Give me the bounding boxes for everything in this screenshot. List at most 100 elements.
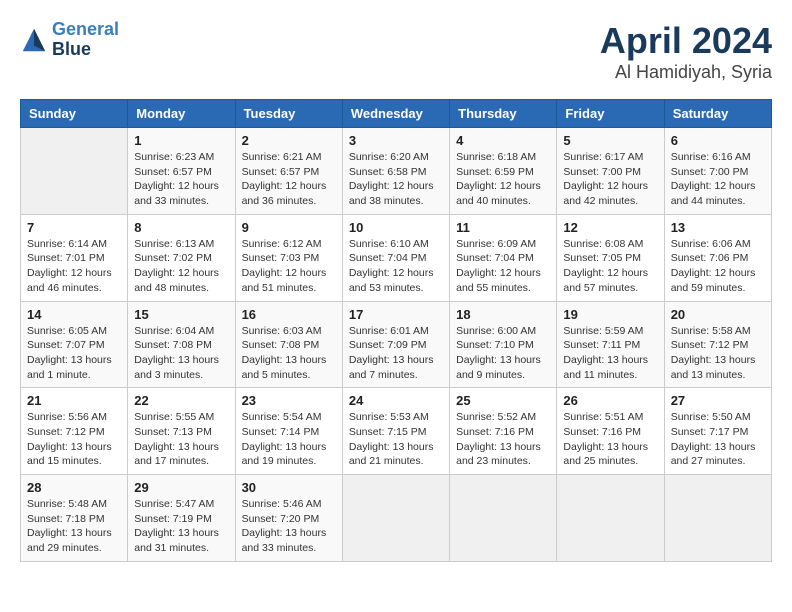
day-info: Sunrise: 6:08 AM Sunset: 7:05 PM Dayligh… [563,237,657,296]
logo-icon [20,26,48,54]
day-info: Sunrise: 5:53 AM Sunset: 7:15 PM Dayligh… [349,410,443,469]
day-number: 13 [671,220,765,235]
weekday-header-thursday: Thursday [450,100,557,128]
calendar-week-row: 21 Sunrise: 5:56 AM Sunset: 7:12 PM Dayli… [21,388,772,475]
calendar-cell: 24 Sunrise: 5:53 AM Sunset: 7:15 PM Dayli… [342,388,449,475]
calendar-cell: 26Sunrise: 5:51 AM Sunset: 7:16 PM Dayli… [557,388,664,475]
day-info: Sunrise: 5:47 AM Sunset: 7:19 PM Dayligh… [134,497,228,556]
day-number: 17 [349,307,443,322]
day-info: Sunrise: 5:48 AM Sunset: 7:18 PM Dayligh… [27,497,121,556]
weekday-header-row: SundayMondayTuesdayWednesdayThursdayFrid… [21,100,772,128]
day-info: Sunrise: 6:06 AM Sunset: 7:06 PM Dayligh… [671,237,765,296]
day-info: Sunrise: 6:10 AM Sunset: 7:04 PM Dayligh… [349,237,443,296]
day-number: 27 [671,393,765,408]
calendar-cell: 30 Sunrise: 5:46 AM Sunset: 7:20 PM Dayli… [235,475,342,562]
calendar-cell: 22 Sunrise: 5:55 AM Sunset: 7:13 PM Dayli… [128,388,235,475]
calendar-cell [450,475,557,562]
calendar-cell [342,475,449,562]
calendar-cell: 11 Sunrise: 6:09 AM Sunset: 7:04 PM Dayli… [450,214,557,301]
day-info: Sunrise: 6:13 AM Sunset: 7:02 PM Dayligh… [134,237,228,296]
calendar-cell: 18 Sunrise: 6:00 AM Sunset: 7:10 PM Dayli… [450,301,557,388]
day-number: 16 [242,307,336,322]
calendar-cell: 3 Sunrise: 6:20 AM Sunset: 6:58 PM Daylig… [342,128,449,215]
calendar-cell: 2 Sunrise: 6:21 AM Sunset: 6:57 PM Daylig… [235,128,342,215]
day-info: Sunrise: 5:56 AM Sunset: 7:12 PM Dayligh… [27,410,121,469]
day-info: Sunrise: 6:23 AM Sunset: 6:57 PM Dayligh… [134,150,228,209]
day-info: Sunrise: 6:00 AM Sunset: 7:10 PM Dayligh… [456,324,550,383]
title-block: April 2024 Al Hamidiyah, Syria [600,20,772,83]
day-number: 19 [563,307,657,322]
day-info: Sunrise: 5:55 AM Sunset: 7:13 PM Dayligh… [134,410,228,469]
calendar-cell: 13 Sunrise: 6:06 AM Sunset: 7:06 PM Dayli… [664,214,771,301]
weekday-header-wednesday: Wednesday [342,100,449,128]
calendar-cell [664,475,771,562]
calendar-cell: 6Sunrise: 6:16 AM Sunset: 7:00 PM Daylig… [664,128,771,215]
day-info: Sunrise: 6:17 AM Sunset: 7:00 PM Dayligh… [563,150,657,209]
calendar-cell: 10 Sunrise: 6:10 AM Sunset: 7:04 PM Dayli… [342,214,449,301]
location-title: Al Hamidiyah, Syria [600,62,772,83]
calendar-cell: 19 Sunrise: 5:59 AM Sunset: 7:11 PM Dayli… [557,301,664,388]
day-info: Sunrise: 6:12 AM Sunset: 7:03 PM Dayligh… [242,237,336,296]
weekday-header-friday: Friday [557,100,664,128]
day-number: 7 [27,220,121,235]
day-number: 22 [134,393,228,408]
day-info: Sunrise: 5:54 AM Sunset: 7:14 PM Dayligh… [242,410,336,469]
day-number: 2 [242,133,336,148]
day-info: Sunrise: 6:20 AM Sunset: 6:58 PM Dayligh… [349,150,443,209]
month-title: April 2024 [600,20,772,62]
day-number: 28 [27,480,121,495]
calendar-cell: 16Sunrise: 6:03 AM Sunset: 7:08 PM Dayli… [235,301,342,388]
day-info: Sunrise: 5:46 AM Sunset: 7:20 PM Dayligh… [242,497,336,556]
day-info: Sunrise: 6:14 AM Sunset: 7:01 PM Dayligh… [27,237,121,296]
day-number: 3 [349,133,443,148]
day-number: 9 [242,220,336,235]
day-info: Sunrise: 6:21 AM Sunset: 6:57 PM Dayligh… [242,150,336,209]
calendar-cell [21,128,128,215]
day-info: Sunrise: 6:04 AM Sunset: 7:08 PM Dayligh… [134,324,228,383]
day-info: Sunrise: 6:09 AM Sunset: 7:04 PM Dayligh… [456,237,550,296]
weekday-header-sunday: Sunday [21,100,128,128]
calendar-cell: 5Sunrise: 6:17 AM Sunset: 7:00 PM Daylig… [557,128,664,215]
calendar-cell: 29 Sunrise: 5:47 AM Sunset: 7:19 PM Dayli… [128,475,235,562]
calendar-cell: 27 Sunrise: 5:50 AM Sunset: 7:17 PM Dayli… [664,388,771,475]
day-info: Sunrise: 5:50 AM Sunset: 7:17 PM Dayligh… [671,410,765,469]
day-number: 4 [456,133,550,148]
calendar-cell: 7 Sunrise: 6:14 AM Sunset: 7:01 PM Daylig… [21,214,128,301]
day-number: 8 [134,220,228,235]
page-header: General Blue April 2024 Al Hamidiyah, Sy… [20,20,772,83]
logo-text: General Blue [52,20,119,60]
calendar-cell: 8 Sunrise: 6:13 AM Sunset: 7:02 PM Daylig… [128,214,235,301]
day-number: 29 [134,480,228,495]
day-number: 24 [349,393,443,408]
calendar-cell: 4 Sunrise: 6:18 AM Sunset: 6:59 PM Daylig… [450,128,557,215]
day-number: 30 [242,480,336,495]
day-number: 25 [456,393,550,408]
day-info: Sunrise: 6:01 AM Sunset: 7:09 PM Dayligh… [349,324,443,383]
calendar-cell: 17 Sunrise: 6:01 AM Sunset: 7:09 PM Dayli… [342,301,449,388]
calendar-cell: 1 Sunrise: 6:23 AM Sunset: 6:57 PM Daylig… [128,128,235,215]
calendar-cell: 12 Sunrise: 6:08 AM Sunset: 7:05 PM Dayli… [557,214,664,301]
day-number: 21 [27,393,121,408]
day-info: Sunrise: 6:18 AM Sunset: 6:59 PM Dayligh… [456,150,550,209]
day-info: Sunrise: 5:51 AM Sunset: 7:16 PM Dayligh… [563,410,657,469]
day-number: 11 [456,220,550,235]
day-number: 12 [563,220,657,235]
calendar-cell: 9 Sunrise: 6:12 AM Sunset: 7:03 PM Daylig… [235,214,342,301]
calendar-table: SundayMondayTuesdayWednesdayThursdayFrid… [20,99,772,562]
day-number: 10 [349,220,443,235]
day-number: 1 [134,133,228,148]
calendar-cell: 25Sunrise: 5:52 AM Sunset: 7:16 PM Dayli… [450,388,557,475]
calendar-week-row: 14Sunrise: 6:05 AM Sunset: 7:07 PM Dayli… [21,301,772,388]
calendar-cell: 15Sunrise: 6:04 AM Sunset: 7:08 PM Dayli… [128,301,235,388]
day-number: 6 [671,133,765,148]
weekday-header-tuesday: Tuesday [235,100,342,128]
calendar-cell: 14Sunrise: 6:05 AM Sunset: 7:07 PM Dayli… [21,301,128,388]
calendar-week-row: 7 Sunrise: 6:14 AM Sunset: 7:01 PM Daylig… [21,214,772,301]
calendar-cell: 21 Sunrise: 5:56 AM Sunset: 7:12 PM Dayli… [21,388,128,475]
calendar-cell: 28 Sunrise: 5:48 AM Sunset: 7:18 PM Dayli… [21,475,128,562]
calendar-week-row: 1 Sunrise: 6:23 AM Sunset: 6:57 PM Daylig… [21,128,772,215]
calendar-week-row: 28 Sunrise: 5:48 AM Sunset: 7:18 PM Dayli… [21,475,772,562]
day-number: 18 [456,307,550,322]
day-number: 23 [242,393,336,408]
day-info: Sunrise: 5:59 AM Sunset: 7:11 PM Dayligh… [563,324,657,383]
